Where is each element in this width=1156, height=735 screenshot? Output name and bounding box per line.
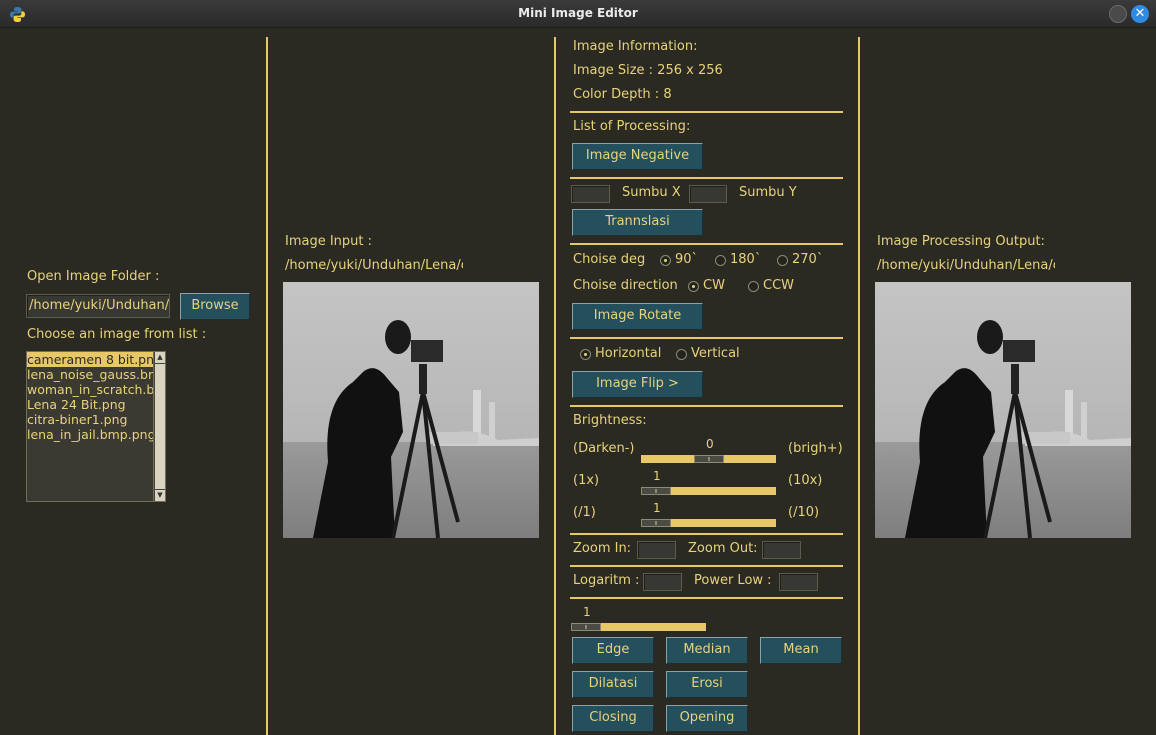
median-button[interactable]: Median <box>666 637 748 664</box>
deg-label: Choise deg <box>573 252 646 267</box>
translasi-button[interactable]: Trannslasi <box>572 209 703 236</box>
radio-deg-90[interactable] <box>660 255 671 266</box>
image-negative-button[interactable]: Image Negative <box>572 143 703 170</box>
input-image <box>283 282 539 538</box>
section-divider <box>570 533 843 535</box>
image-info-title: Image Information: <box>573 39 698 54</box>
section-divider <box>570 111 843 113</box>
file-listbox[interactable]: cameramen 8 bit.png lena_noise_gauss.bmp… <box>26 351 166 502</box>
scroll-up-icon[interactable]: ▲ <box>155 352 165 363</box>
output-label: Image Processing Output: <box>877 234 1045 249</box>
closing-button[interactable]: Closing <box>572 705 654 732</box>
radio-cw[interactable] <box>688 281 699 292</box>
vertical-label: Vertical <box>691 346 740 361</box>
image-rotate-button[interactable]: Image Rotate <box>572 303 703 330</box>
list-item[interactable]: woman_in_scratch.bmp <box>27 382 153 397</box>
minimize-icon[interactable] <box>1109 5 1127 23</box>
image-size-text: Image Size : 256 x 256 <box>573 63 723 78</box>
radio-deg-270[interactable] <box>777 255 788 266</box>
section-divider <box>570 243 843 245</box>
section-divider <box>570 597 843 599</box>
processing-title: List of Processing: <box>573 119 691 134</box>
output-path-label: /home/yuki/Unduhan/Lena/cam <box>877 258 1055 273</box>
list-item[interactable]: cameramen 8 bit.png <box>27 352 153 367</box>
choose-image-label: Choose an image from list : <box>27 327 207 342</box>
radio-deg-180[interactable] <box>715 255 726 266</box>
horizontal-label: Horizontal <box>595 346 662 361</box>
list-item[interactable]: lena_noise_gauss.bmp <box>27 367 153 382</box>
mean-button[interactable]: Mean <box>760 637 842 664</box>
deg-90-label: 90` <box>675 252 699 267</box>
brightness-slider-thumb[interactable] <box>694 455 724 463</box>
list-item[interactable]: Lena 24 Bit.png <box>27 397 153 412</box>
mult-left-label: (1x) <box>573 473 600 488</box>
filter-slider-thumb[interactable] <box>571 623 601 631</box>
erosi-button[interactable]: Erosi <box>666 671 748 698</box>
scrollbar-thumb[interactable] <box>155 364 165 489</box>
color-depth-text: Color Depth : 8 <box>573 87 672 102</box>
sumbu-y-label: Sumbu Y <box>739 185 797 200</box>
section-divider <box>570 405 843 407</box>
div-right-label: (/10) <box>788 505 820 520</box>
radio-horizontal[interactable] <box>580 349 591 360</box>
scroll-down-icon[interactable]: ▼ <box>155 490 165 501</box>
power-low-input[interactable] <box>779 573 818 591</box>
div-value: 1 <box>653 501 661 515</box>
output-image <box>875 282 1131 538</box>
zoom-out-input[interactable] <box>762 541 801 559</box>
close-icon[interactable]: ✕ <box>1131 5 1149 23</box>
mult-right-label: (10x) <box>788 473 823 488</box>
radio-vertical[interactable] <box>676 349 687 360</box>
edge-button[interactable]: Edge <box>572 637 654 664</box>
folder-path-input[interactable]: /home/yuki/Unduhan/Lena <box>26 294 170 318</box>
browse-button[interactable]: Browse <box>180 293 250 320</box>
logaritm-label: Logaritm : <box>573 573 640 588</box>
dilatasi-button[interactable]: Dilatasi <box>572 671 654 698</box>
column-divider <box>554 37 556 735</box>
image-input-label: Image Input : <box>285 234 373 249</box>
input-path-label: /home/yuki/Unduhan/Lena/cam <box>285 258 463 273</box>
deg-270-label: 270` <box>792 252 824 267</box>
div-left-label: (/1) <box>573 505 596 520</box>
radio-ccw[interactable] <box>748 281 759 292</box>
list-item[interactable]: lena_in_jail.bmp.png <box>27 427 153 442</box>
power-low-label: Power Low : <box>694 573 772 588</box>
cw-label: CW <box>703 278 725 293</box>
column-divider <box>266 37 268 735</box>
zoom-in-label: Zoom In: <box>573 541 632 556</box>
brightness-value: 0 <box>706 437 714 451</box>
zoom-out-label: Zoom Out: <box>688 541 758 556</box>
brightness-title: Brightness: <box>573 413 647 428</box>
open-folder-label: Open Image Folder : <box>27 269 160 284</box>
window-title: Mini Image Editor <box>518 6 638 20</box>
darken-label: (Darken-) <box>573 441 635 456</box>
logaritm-input[interactable] <box>643 573 682 591</box>
section-divider <box>570 177 843 179</box>
direction-label: Choise direction <box>573 278 678 293</box>
filter-value: 1 <box>583 605 591 619</box>
list-item[interactable]: citra-biner1.png <box>27 412 153 427</box>
sumbu-x-input[interactable] <box>571 185 610 203</box>
ccw-label: CCW <box>763 278 795 293</box>
list-scrollbar[interactable]: ▲ ▼ <box>153 352 165 501</box>
sumbu-y-input[interactable] <box>689 185 727 203</box>
section-divider <box>570 565 843 567</box>
mult-value: 1 <box>653 469 661 483</box>
zoom-in-input[interactable] <box>637 541 676 559</box>
divide-slider-thumb[interactable] <box>641 519 671 527</box>
image-flip-button[interactable]: Image Flip > <box>572 371 703 398</box>
bright-label: (brigh+) <box>788 441 843 456</box>
multiply-slider-thumb[interactable] <box>641 487 671 495</box>
deg-180-label: 180` <box>730 252 762 267</box>
opening-button[interactable]: Opening <box>666 705 748 732</box>
column-divider <box>858 37 860 735</box>
sumbu-x-label: Sumbu X <box>622 185 681 200</box>
title-bar: Mini Image Editor ✕ <box>0 0 1156 28</box>
section-divider <box>570 337 843 339</box>
